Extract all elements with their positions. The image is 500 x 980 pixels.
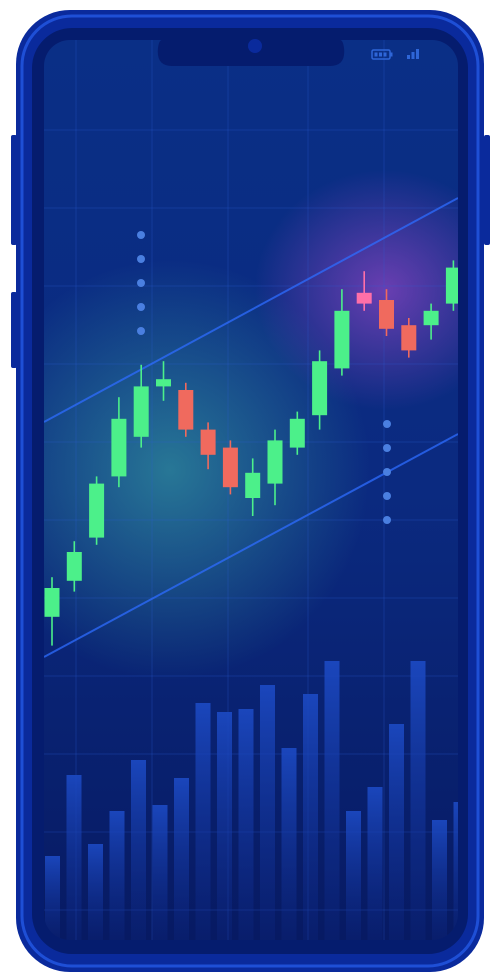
volume-bar	[88, 844, 103, 940]
volume-bar	[346, 811, 361, 940]
candle-body	[267, 440, 283, 484]
front-camera-icon	[248, 39, 262, 53]
candle-body	[356, 292, 372, 304]
candle-body	[423, 310, 439, 326]
candle-body	[334, 310, 350, 369]
dot-marker	[137, 279, 145, 287]
phone-frame	[0, 0, 500, 980]
phone-svg	[11, 10, 490, 972]
candlestick	[89, 476, 105, 545]
candle-body	[401, 325, 417, 351]
candle-body	[245, 472, 261, 498]
dot-marker	[383, 420, 391, 428]
volume-bar	[238, 709, 254, 940]
candle-body	[111, 418, 127, 477]
dot-marker	[137, 303, 145, 311]
volume-bar	[66, 775, 82, 940]
volume-bar	[131, 760, 146, 940]
candle-body	[222, 447, 238, 488]
volume-bar	[195, 703, 211, 940]
dot-marker	[383, 492, 391, 500]
candle-body	[178, 390, 194, 430]
dot-marker	[137, 231, 145, 239]
candle-body	[312, 361, 328, 416]
volume-bar	[260, 685, 275, 940]
dot-marker	[137, 255, 145, 263]
candle-body	[200, 429, 216, 455]
volume-bar	[389, 724, 404, 940]
power-button[interactable]	[484, 135, 490, 245]
volume-bar	[174, 778, 189, 940]
volume-bar	[152, 805, 168, 940]
volume-down-button[interactable]	[11, 292, 17, 368]
candle-body	[133, 386, 149, 437]
volume-bar	[281, 748, 297, 940]
candle-body	[89, 483, 105, 538]
candle-body	[289, 418, 305, 448]
dot-marker	[383, 444, 391, 452]
volume-bar	[410, 661, 426, 940]
volume-bar	[109, 811, 125, 940]
volume-up-button[interactable]	[11, 135, 17, 245]
candle-body	[156, 379, 171, 387]
dot-marker	[383, 468, 391, 476]
volume-bar	[303, 694, 318, 940]
dot-marker	[137, 327, 145, 335]
volume-bar	[432, 820, 447, 940]
volume-bar	[367, 787, 383, 940]
candlestick	[178, 382, 194, 437]
candle-body	[66, 552, 82, 581]
volume-bar	[324, 661, 340, 940]
dot-marker	[383, 516, 391, 524]
candlestick	[222, 440, 238, 495]
volume-bar	[217, 712, 232, 940]
candle-body	[379, 300, 394, 329]
candle-body	[44, 588, 60, 617]
